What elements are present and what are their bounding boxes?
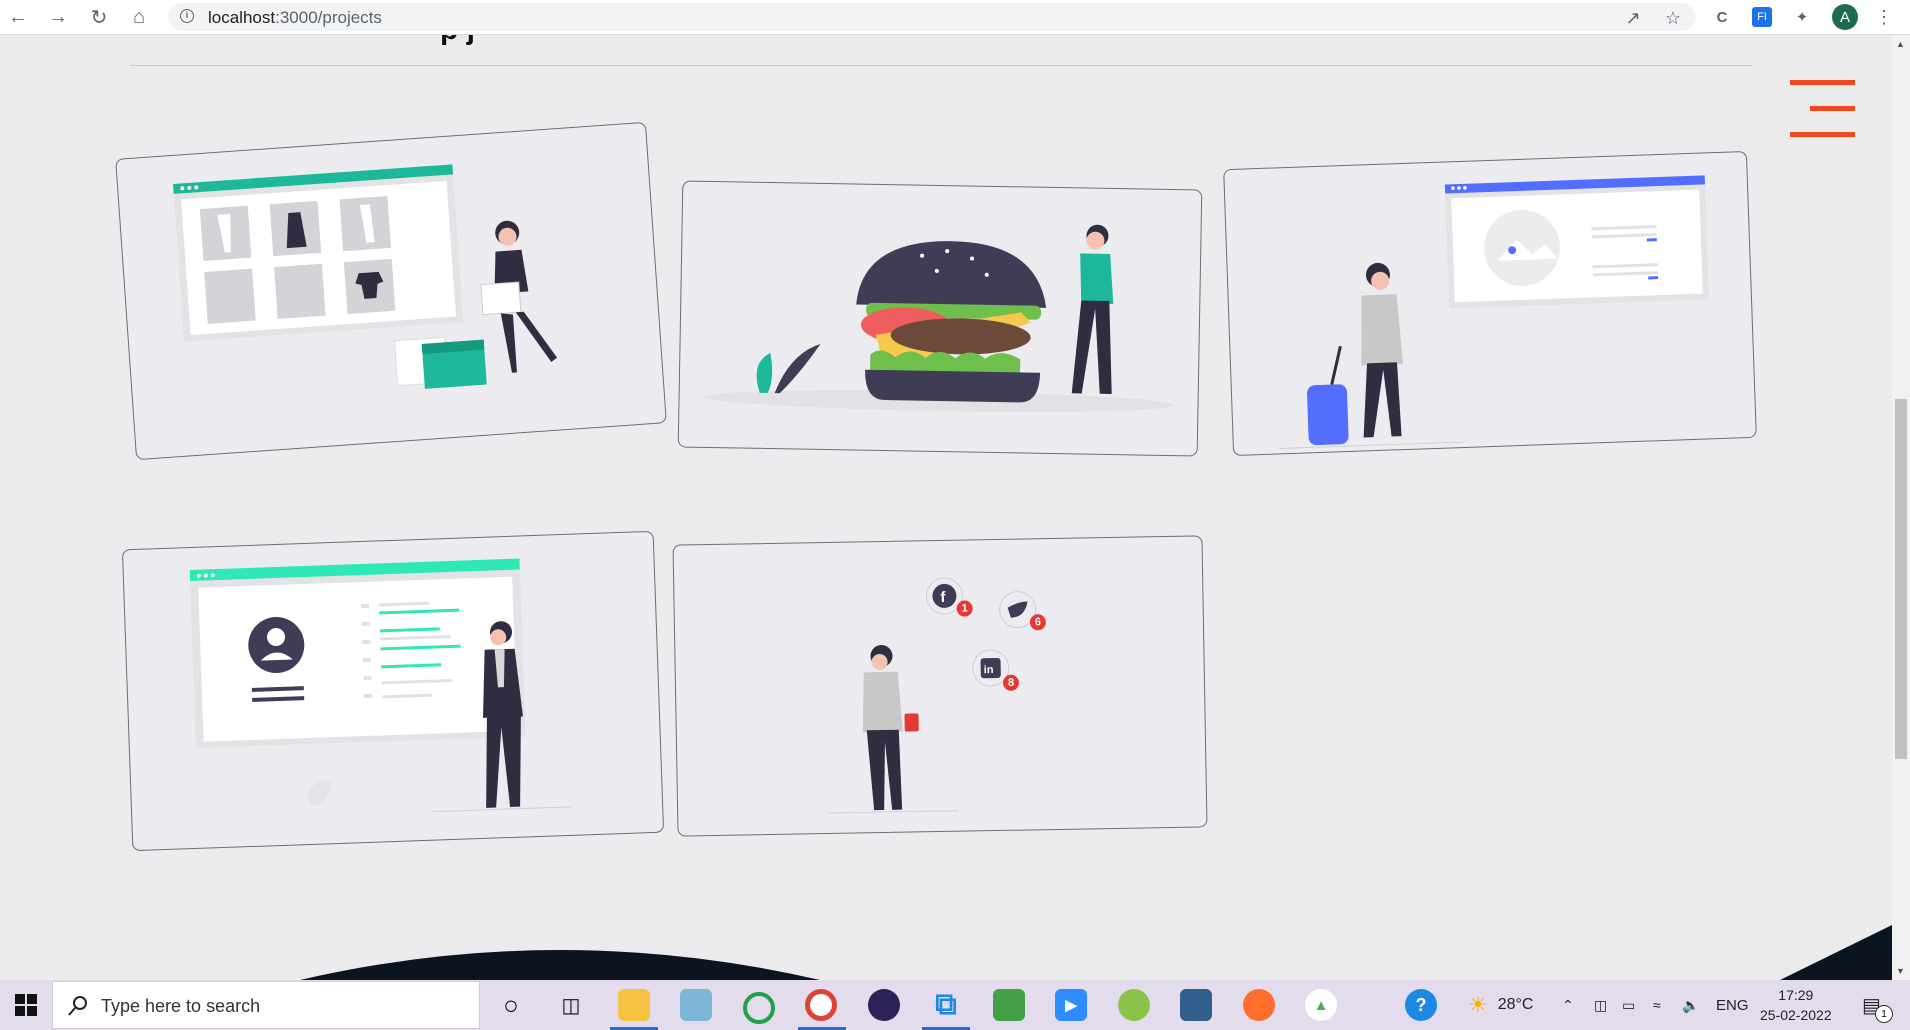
tray-chevron-icon[interactable]: ⌃ xyxy=(1562,980,1574,1030)
traveler-illustration xyxy=(1278,175,1709,449)
windows-logo-icon xyxy=(15,994,37,1016)
burger-illustration xyxy=(704,224,1175,412)
profile-illustration xyxy=(189,558,573,813)
nodejs-icon[interactable] xyxy=(993,989,1025,1021)
project-card-3[interactable] xyxy=(1223,150,1757,457)
svg-text:in: in xyxy=(984,664,994,676)
projects-page: p j xyxy=(0,35,1892,980)
clock[interactable]: 17:29 25-02-2022 xyxy=(1760,980,1832,1030)
app-icon-notes[interactable] xyxy=(680,989,712,1021)
site-info-icon[interactable]: i xyxy=(180,9,194,23)
app-icon-green-circle[interactable] xyxy=(743,992,775,1024)
tray-device-icon[interactable]: ◫ xyxy=(1594,980,1607,1030)
reload-icon[interactable]: ↻ xyxy=(86,4,112,30)
hamburger-menu-icon[interactable] xyxy=(1787,80,1855,140)
clothing-store-illustration xyxy=(173,164,558,389)
vscode-icon[interactable]: ⧉ xyxy=(930,988,962,1021)
extension-fi-icon[interactable]: FI xyxy=(1752,7,1772,27)
notifications-icon[interactable]: ▤ xyxy=(1862,980,1881,1030)
mongodb-icon[interactable]: ▲ xyxy=(1305,989,1337,1021)
project-card-4[interactable] xyxy=(121,530,665,852)
weather-icon: ☀ xyxy=(1468,992,1488,1017)
extensions-puzzle-icon[interactable]: ✦ xyxy=(1790,5,1814,29)
url-path: :3000/projects xyxy=(275,8,382,27)
home-icon[interactable]: ⌂ xyxy=(126,4,152,30)
cortana-icon[interactable]: ○ xyxy=(495,989,527,1021)
address-bar[interactable]: i localhost:3000/projects ↗ ☆ xyxy=(168,3,1696,31)
battery-icon[interactable]: ▭ xyxy=(1622,980,1635,1030)
page-heading: p j xyxy=(440,35,475,47)
project-card-1[interactable] xyxy=(115,121,667,461)
share-icon[interactable]: ↗ xyxy=(1622,7,1644,29)
language-indicator[interactable]: ENG xyxy=(1716,980,1749,1030)
browser-toolbar: ← → ↻ ⌂ i localhost:3000/projects ↗ ☆ C … xyxy=(0,0,1910,35)
zoom-icon[interactable]: ▶ xyxy=(1055,989,1087,1021)
task-view-icon[interactable]: ◫ xyxy=(555,989,587,1021)
heading-divider xyxy=(130,65,1752,66)
vertical-scrollbar[interactable]: ▲ ▼ xyxy=(1892,35,1910,980)
back-icon[interactable]: ← xyxy=(5,4,31,30)
postman-icon[interactable] xyxy=(1243,989,1275,1021)
scroll-up-icon[interactable]: ▲ xyxy=(1896,39,1905,49)
search-icon xyxy=(68,996,87,1016)
clock-date: 25-02-2022 xyxy=(1760,1007,1832,1023)
app-icon-leaf[interactable] xyxy=(1118,989,1150,1021)
weather-temp: 28°C xyxy=(1497,996,1534,1013)
taskbar-search[interactable]: Type here to search xyxy=(52,981,480,1029)
app-icon-workbench[interactable] xyxy=(1180,989,1212,1021)
volume-icon[interactable]: 🔈 xyxy=(1682,980,1699,1030)
footer-wave xyxy=(300,925,1892,980)
scroll-thumb[interactable] xyxy=(1895,399,1907,759)
url-text[interactable]: localhost:3000/projects xyxy=(208,8,382,28)
file-explorer-icon[interactable] xyxy=(618,989,650,1021)
windows-taskbar: Type here to search ○ ◫ ⧉ ▶ ▲ ? ☀ 28°C ⌃… xyxy=(0,980,1910,1030)
chrome-icon[interactable] xyxy=(805,989,837,1021)
project-card-5[interactable]: f in 1 6 8 xyxy=(672,535,1208,837)
extension-c-icon[interactable]: C xyxy=(1710,5,1734,29)
forward-icon[interactable]: → xyxy=(45,4,71,30)
wifi-icon[interactable]: ≈ xyxy=(1653,980,1661,1030)
notification-count: 1 xyxy=(1875,1005,1893,1023)
eclipse-icon[interactable] xyxy=(868,989,900,1021)
start-button[interactable] xyxy=(0,980,52,1030)
clock-time: 17:29 xyxy=(1778,987,1814,1003)
bookmark-star-icon[interactable]: ☆ xyxy=(1662,7,1684,29)
menu-kebab-icon[interactable]: ⋮ xyxy=(1872,5,1896,29)
weather-widget[interactable]: ☀ 28°C xyxy=(1468,980,1533,1030)
profile-avatar[interactable]: A xyxy=(1832,4,1858,30)
scroll-down-icon[interactable]: ▼ xyxy=(1896,966,1905,976)
help-icon[interactable]: ? xyxy=(1405,989,1437,1021)
url-host: localhost xyxy=(208,8,276,27)
project-card-2[interactable] xyxy=(677,180,1203,457)
social-illustration: f in xyxy=(828,577,1037,814)
search-placeholder: Type here to search xyxy=(101,996,261,1016)
